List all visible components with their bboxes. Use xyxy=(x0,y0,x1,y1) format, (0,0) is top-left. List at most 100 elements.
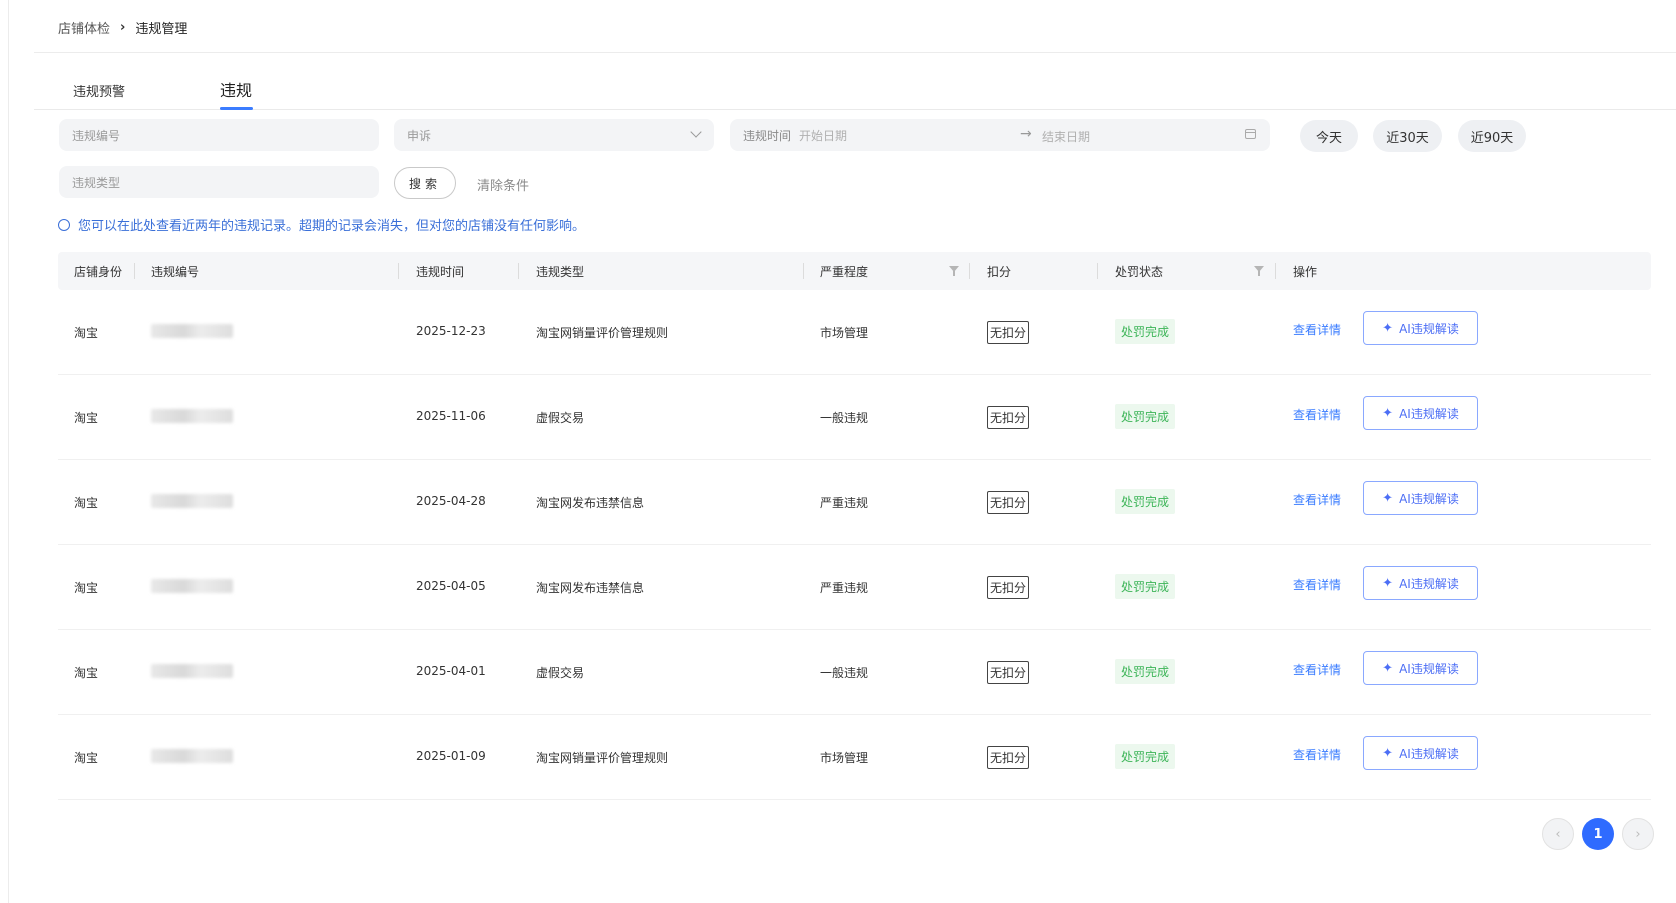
view-details-link[interactable]: 查看详情 xyxy=(1293,491,1341,508)
redacted-violation-id xyxy=(151,494,233,508)
sparkle-icon: ✦ xyxy=(1382,405,1394,421)
header-divider xyxy=(34,52,1676,53)
prev-page-button[interactable]: ‹ xyxy=(1542,818,1574,850)
tab-violation-warning[interactable]: 违规预警 xyxy=(73,81,125,100)
header-divider xyxy=(398,263,399,279)
quick-90-days-button[interactable]: 近90天 xyxy=(1458,120,1526,152)
clear-filters-button[interactable]: 清除条件 xyxy=(477,175,529,194)
redacted-violation-id xyxy=(151,579,233,593)
active-tab-indicator xyxy=(220,107,253,110)
header-divider xyxy=(518,263,519,279)
view-details-link[interactable]: 查看详情 xyxy=(1293,321,1341,338)
tab-bar: 违规预警 违规 xyxy=(34,72,1676,110)
search-button[interactable]: 搜索 xyxy=(394,167,456,199)
date-range-picker[interactable]: 违规时间 开始日期 → 结束日期 xyxy=(730,119,1270,151)
view-details-link[interactable]: 查看详情 xyxy=(1293,576,1341,593)
severity-cell: 市场管理 xyxy=(820,326,869,340)
time-cell: 2025-04-28 xyxy=(416,494,486,508)
header-shop: 店铺身份 xyxy=(74,265,123,279)
score-badge: 无扣分 xyxy=(987,491,1030,514)
header-score: 扣分 xyxy=(987,265,1012,279)
ai-interpret-button[interactable]: ✦ AI违规解读 xyxy=(1363,736,1478,770)
header-divider xyxy=(134,263,135,279)
redacted-violation-id xyxy=(151,664,233,678)
severity-filter-icon[interactable] xyxy=(949,266,959,276)
breadcrumb-separator-icon: › xyxy=(120,19,126,35)
view-details-link[interactable]: 查看详情 xyxy=(1293,661,1341,678)
violation-type-input[interactable]: 违规类型 xyxy=(59,166,379,198)
violation-table: 店铺身份 违规编号 违规时间 违规类型 严重程度 扣分 处罚状态 操作 淘宝 2… xyxy=(58,252,1651,800)
page-1-button[interactable]: 1 xyxy=(1582,818,1614,850)
ai-interpret-label: AI违规解读 xyxy=(1399,321,1459,336)
view-details-link[interactable]: 查看详情 xyxy=(1293,406,1341,423)
type-cell: 淘宝网发布违禁信息 xyxy=(536,581,645,595)
notice-text: 您可以在此处查看近两年的违规记录。超期的记录会消失，但对您的店铺没有任何影响。 xyxy=(78,219,586,234)
table-row: 淘宝 2025-04-28 淘宝网发布违禁信息 严重违规 无扣分 处罚完成 查看… xyxy=(58,460,1651,545)
notice-banner: 您可以在此处查看近两年的违规记录。超期的记录会消失，但对您的店铺没有任何影响。 xyxy=(58,215,585,234)
quick-today-button[interactable]: 今天 xyxy=(1300,120,1358,152)
severity-cell: 市场管理 xyxy=(820,751,869,765)
time-cell: 2025-04-01 xyxy=(416,664,486,678)
ai-interpret-button[interactable]: ✦ AI违规解读 xyxy=(1363,481,1478,515)
score-badge: 无扣分 xyxy=(987,321,1030,344)
type-cell: 淘宝网销量评价管理规则 xyxy=(536,326,669,340)
shop-cell: 淘宝 xyxy=(74,411,99,425)
table-row: 淘宝 2025-01-09 淘宝网销量评价管理规则 市场管理 无扣分 处罚完成 … xyxy=(58,715,1651,800)
quick-30-days-button[interactable]: 近30天 xyxy=(1373,120,1442,152)
calendar-icon[interactable] xyxy=(1245,129,1256,139)
table-row: 淘宝 2025-11-06 虚假交易 一般违规 无扣分 处罚完成 查看详情 ✦ A… xyxy=(58,375,1651,460)
type-cell: 淘宝网发布违禁信息 xyxy=(536,496,645,510)
status-badge: 处罚完成 xyxy=(1115,574,1176,599)
sparkle-icon: ✦ xyxy=(1382,660,1394,676)
header-divider xyxy=(803,263,804,279)
ai-interpret-label: AI违规解读 xyxy=(1399,576,1459,591)
header-divider xyxy=(969,263,970,279)
violation-id-placeholder: 违规编号 xyxy=(72,128,121,143)
ai-interpret-label: AI违规解读 xyxy=(1399,491,1459,506)
ai-interpret-button[interactable]: ✦ AI违规解读 xyxy=(1363,651,1478,685)
header-violation-id: 违规编号 xyxy=(151,265,200,279)
shop-cell: 淘宝 xyxy=(74,326,99,340)
header-violation-time: 违规时间 xyxy=(416,265,465,279)
shop-cell: 淘宝 xyxy=(74,666,99,680)
ai-interpret-button[interactable]: ✦ AI违规解读 xyxy=(1363,311,1478,345)
tab-violation[interactable]: 违规 xyxy=(220,77,252,101)
ai-interpret-button[interactable]: ✦ AI违规解读 xyxy=(1363,396,1478,430)
table-row: 淘宝 2025-04-05 淘宝网发布违禁信息 严重违规 无扣分 处罚完成 查看… xyxy=(58,545,1651,630)
header-violation-type: 违规类型 xyxy=(536,265,585,279)
breadcrumb-parent[interactable]: 店铺体检 xyxy=(58,18,110,37)
time-cell: 2025-11-06 xyxy=(416,409,486,423)
status-filter-icon[interactable] xyxy=(1254,266,1264,276)
redacted-violation-id xyxy=(151,749,233,763)
table-row: 淘宝 2025-04-01 虚假交易 一般违规 无扣分 处罚完成 查看详情 ✦ A… xyxy=(58,630,1651,715)
start-date-placeholder[interactable]: 开始日期 xyxy=(799,127,847,144)
chevron-down-icon xyxy=(690,126,702,138)
header-divider xyxy=(1275,263,1276,279)
type-cell: 虚假交易 xyxy=(536,666,585,680)
score-badge: 无扣分 xyxy=(987,406,1030,429)
date-range-label: 违规时间 xyxy=(743,128,792,143)
type-cell: 淘宝网销量评价管理规则 xyxy=(536,751,669,765)
header-severity: 严重程度 xyxy=(820,265,869,279)
time-cell: 2025-12-23 xyxy=(416,324,486,338)
table-row: 淘宝 2025-12-23 淘宝网销量评价管理规则 市场管理 无扣分 处罚完成 … xyxy=(58,290,1651,375)
view-details-link[interactable]: 查看详情 xyxy=(1293,746,1341,763)
appeal-placeholder: 申诉 xyxy=(407,128,432,143)
appeal-select[interactable]: 申诉 xyxy=(394,119,714,151)
status-badge: 处罚完成 xyxy=(1115,744,1176,769)
info-icon xyxy=(58,218,70,231)
next-page-button[interactable]: › xyxy=(1622,818,1654,850)
score-badge: 无扣分 xyxy=(987,746,1030,769)
ai-interpret-button[interactable]: ✦ AI违规解读 xyxy=(1363,566,1478,600)
header-penalty-status: 处罚状态 xyxy=(1115,265,1164,279)
breadcrumb: 店铺体检 › 违规管理 xyxy=(58,16,187,38)
shop-cell: 淘宝 xyxy=(74,496,99,510)
severity-cell: 严重违规 xyxy=(820,581,869,595)
severity-cell: 一般违规 xyxy=(820,666,869,680)
ai-interpret-label: AI违规解读 xyxy=(1399,661,1459,676)
violation-id-input[interactable]: 违规编号 xyxy=(59,119,379,151)
sparkle-icon: ✦ xyxy=(1382,745,1394,761)
end-date-placeholder[interactable]: 结束日期 xyxy=(1042,128,1090,145)
sparkle-icon: ✦ xyxy=(1382,320,1394,336)
header-divider xyxy=(1097,263,1098,279)
